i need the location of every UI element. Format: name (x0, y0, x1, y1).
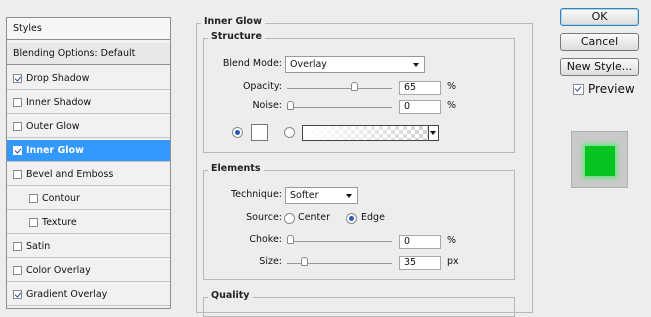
technique-label: Technique: (230, 189, 282, 200)
quality-title: Quality (208, 290, 253, 301)
gradient-picker[interactable] (302, 125, 439, 141)
inner-shadow-checkbox[interactable] (13, 98, 22, 107)
drop-shadow-checkbox[interactable] (13, 74, 22, 83)
contour-checkbox[interactable] (29, 194, 38, 203)
styles-list: Styles Blending Options: Default Drop Sh… (6, 17, 171, 309)
choke-unit: % (447, 235, 457, 246)
glow-color-swatch[interactable] (251, 124, 268, 141)
choke-slider-thumb[interactable] (287, 235, 294, 244)
style-item-drop-shadow[interactable]: Drop Shadow (7, 68, 170, 90)
blending-options-item[interactable]: Blending Options: Default (7, 43, 170, 65)
style-item-label: Inner Shadow (26, 97, 92, 108)
solid-color-radio[interactable] (232, 127, 243, 138)
opacity-input[interactable]: 65 (399, 81, 441, 95)
preview-label: Preview (588, 82, 635, 96)
opacity-label: Opacity: (242, 81, 282, 92)
noise-unit: % (447, 100, 457, 111)
source-label: Source: (246, 212, 282, 223)
style-item-label: Drop Shadow (26, 73, 90, 84)
gradient-dropdown-icon[interactable] (428, 126, 438, 140)
style-item-label: Satin (26, 241, 51, 252)
style-item-gradient-overlay[interactable]: Gradient Overlay (7, 284, 170, 306)
choke-slider-track[interactable] (287, 241, 392, 242)
style-item-label: Contour (42, 193, 80, 204)
style-item-satin[interactable]: Satin (7, 236, 170, 258)
style-item-color-overlay[interactable]: Color Overlay (7, 260, 170, 282)
preview-checkbox[interactable] (573, 83, 584, 95)
style-item-label: Bevel and Emboss (26, 169, 114, 180)
style-item-outer-glow[interactable]: Outer Glow (7, 116, 170, 138)
inner-glow-title: Inner Glow (201, 16, 265, 27)
blending-options-label: Blending Options: Default (13, 48, 136, 59)
size-input[interactable]: 35 (399, 256, 441, 270)
blend-mode-dropdown[interactable]: Overlay (285, 56, 425, 73)
source-center-radio[interactable] (284, 213, 295, 224)
source-edge-label: Edge (361, 212, 385, 223)
preview-thumbnail (585, 146, 615, 176)
preview-checkbox-row[interactable]: Preview (573, 82, 635, 96)
size-label: Size: (259, 256, 282, 267)
style-item-label: Gradient Overlay (26, 289, 108, 300)
opacity-slider-thumb[interactable] (350, 82, 358, 91)
size-unit: px (447, 256, 459, 267)
styles-header[interactable]: Styles (7, 18, 170, 40)
opacity-unit: % (447, 81, 457, 92)
style-item-bevel-emboss[interactable]: Bevel and Emboss (7, 164, 170, 186)
chevron-down-icon (346, 194, 352, 198)
ok-button[interactable]: OK (560, 8, 639, 26)
inner-glow-checkbox[interactable] (13, 146, 22, 155)
style-preview (571, 131, 628, 188)
source-edge-radio[interactable] (346, 213, 357, 224)
gradient-radio[interactable] (284, 127, 295, 138)
structure-title: Structure (208, 31, 265, 42)
size-slider-thumb[interactable] (300, 257, 308, 266)
noise-label: Noise: (252, 100, 282, 111)
elements-title: Elements (208, 163, 264, 174)
choke-input[interactable]: 0 (399, 235, 441, 249)
chevron-down-icon (413, 63, 419, 67)
new-style-button[interactable]: New Style... (560, 58, 639, 76)
opacity-slider-track[interactable] (287, 88, 392, 89)
style-item-inner-shadow[interactable]: Inner Shadow (7, 92, 170, 114)
color-overlay-checkbox[interactable] (13, 266, 22, 275)
noise-slider-thumb[interactable] (287, 101, 294, 110)
style-item-label: Color Overlay (26, 265, 91, 276)
cancel-button[interactable]: Cancel (560, 33, 639, 51)
blend-mode-value: Overlay (290, 59, 327, 70)
outer-glow-checkbox[interactable] (13, 122, 22, 131)
noise-input[interactable]: 0 (399, 100, 441, 114)
texture-checkbox[interactable] (29, 218, 38, 227)
style-item-contour[interactable]: Contour (7, 188, 170, 210)
blend-mode-label: Blend Mode: (222, 58, 282, 69)
source-center-label: Center (298, 212, 330, 223)
satin-checkbox[interactable] (13, 242, 22, 251)
technique-dropdown[interactable]: Softer (285, 187, 358, 204)
noise-slider-track[interactable] (287, 107, 392, 108)
style-item-inner-glow[interactable]: Inner Glow (7, 140, 170, 162)
style-item-label: Texture (42, 217, 77, 228)
styles-header-label: Styles (13, 23, 42, 34)
bevel-emboss-checkbox[interactable] (13, 170, 22, 179)
gradient-overlay-checkbox[interactable] (13, 290, 22, 299)
style-item-label: Inner Glow (26, 145, 84, 156)
style-item-texture[interactable]: Texture (7, 212, 170, 234)
technique-value: Softer (290, 190, 319, 201)
choke-label: Choke: (249, 234, 282, 245)
style-item-label: Outer Glow (26, 121, 80, 132)
